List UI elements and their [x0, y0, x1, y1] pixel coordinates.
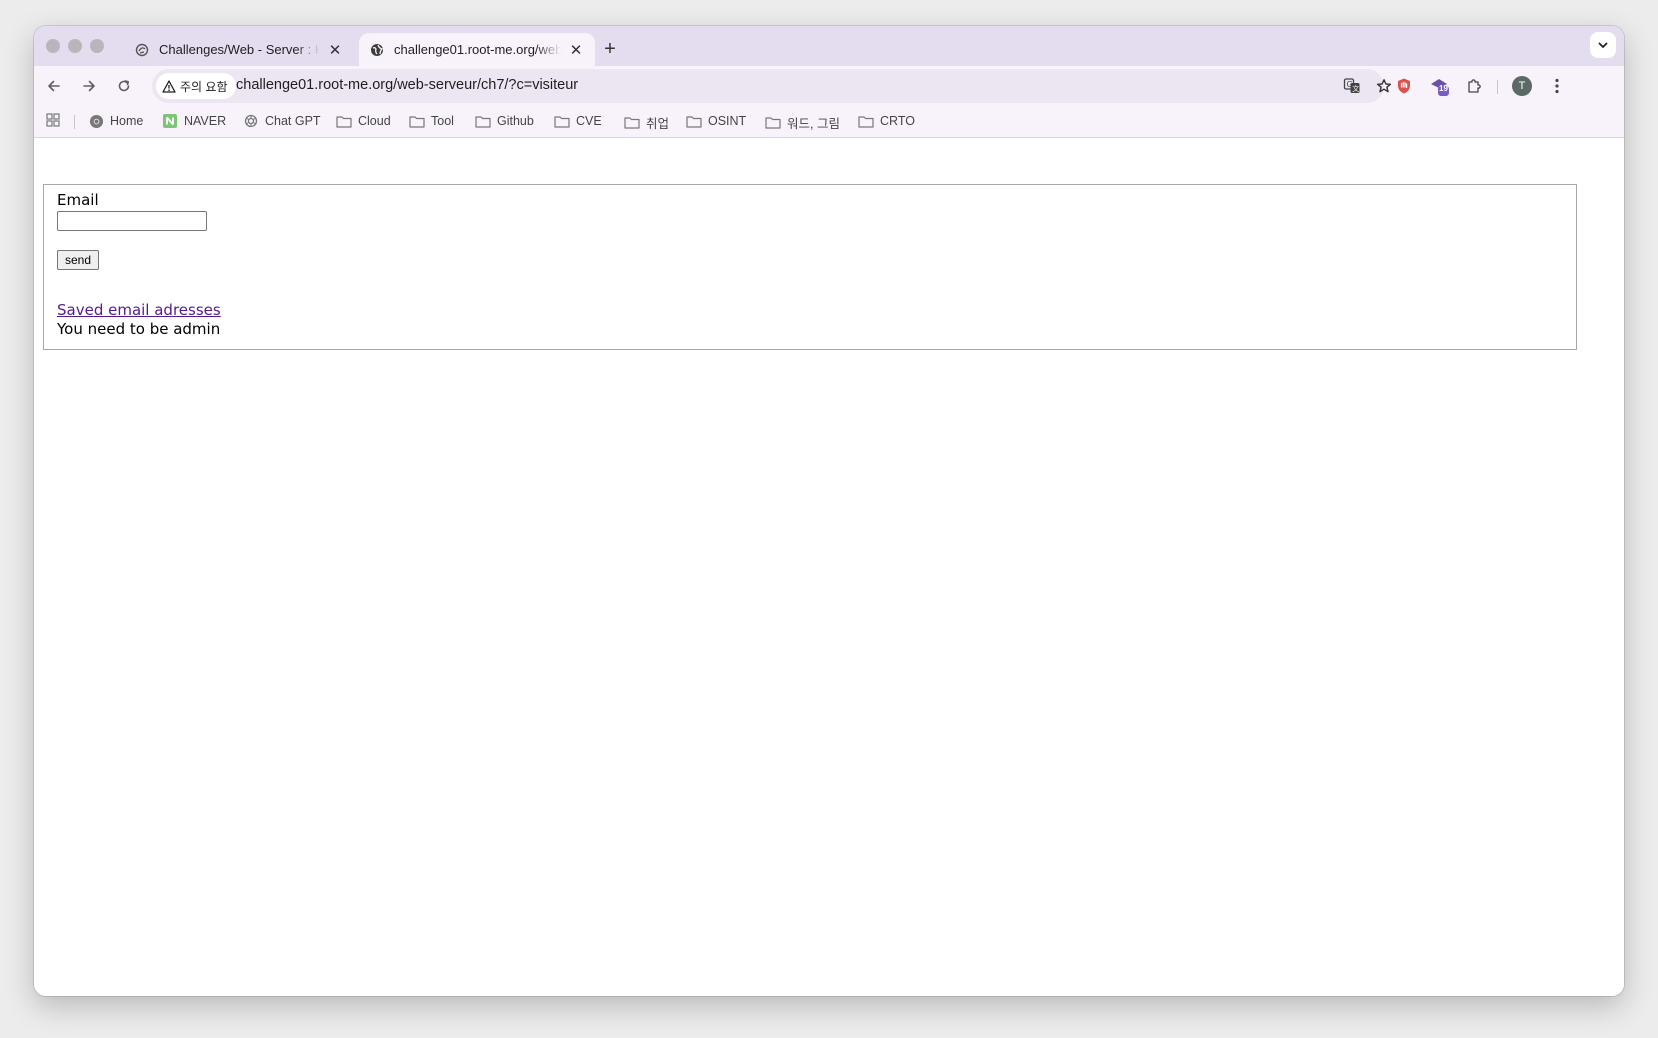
folder-icon — [858, 113, 874, 129]
security-chip[interactable]: 주의 요함 — [156, 73, 236, 99]
naver-icon — [162, 113, 178, 129]
bookmarks-bar: Home NAVER Chat GPT Cloud Tool Github CV… — [34, 106, 1624, 138]
bookmark-label: CVE — [576, 114, 602, 128]
extension-badge-icon[interactable]: 19 — [1427, 74, 1451, 98]
arrow-right-icon — [83, 80, 95, 92]
bookmark-label: Cloud — [358, 114, 391, 128]
tab-title: challenge01.root-me.org/web-serveur/ch7/… — [394, 42, 561, 57]
new-tab-button[interactable]: + — [598, 37, 622, 61]
browser-window: Challenges/Web - Server : HTTP - Cookies… — [34, 26, 1624, 996]
address-bar[interactable]: 주의 요함 challenge01.root-me.org/web-serveu… — [152, 69, 1392, 103]
security-chip-label: 주의 요함 — [180, 79, 228, 94]
bookmark-chatgpt[interactable]: Chat GPT — [243, 113, 321, 129]
bookmark-folder-crto[interactable]: CRTO — [858, 113, 915, 129]
bookmark-label: NAVER — [184, 114, 227, 128]
globe-icon — [369, 42, 385, 58]
folder-icon — [765, 115, 781, 131]
bookmark-folder-github[interactable]: Github — [475, 113, 534, 129]
folder-icon — [336, 113, 352, 129]
minimize-window-button[interactable] — [68, 39, 82, 53]
bookmark-label: 워드, 그림 — [787, 117, 840, 131]
rootme-icon — [134, 42, 150, 58]
extension-badge-count: 19 — [1439, 84, 1448, 93]
folder-icon — [686, 113, 702, 129]
email-label: Email — [57, 191, 99, 209]
bookmark-label: Home — [110, 114, 144, 128]
close-window-button[interactable] — [46, 39, 60, 53]
bookmark-star-icon[interactable] — [1374, 76, 1394, 96]
send-button[interactable]: send — [57, 250, 100, 270]
forward-button[interactable] — [77, 74, 101, 98]
email-form-panel: Email send Saved email adresses You need… — [43, 184, 1577, 350]
bookmark-folder-cloud[interactable]: Cloud — [336, 113, 391, 129]
tab-strip: Challenges/Web - Server : HTTP - Cookies… — [34, 26, 1624, 66]
apps-grid-icon[interactable] — [46, 113, 60, 127]
bookmark-label: 취업 — [646, 117, 670, 131]
arrow-left-icon — [48, 80, 60, 92]
avatar: T — [1512, 76, 1532, 96]
tab-close-icon[interactable]: ✕ — [326, 41, 344, 59]
email-input[interactable] — [57, 211, 207, 231]
saved-emails-link[interactable]: Saved email adresses — [57, 301, 221, 319]
reload-icon — [118, 80, 130, 92]
tab-title: Challenges/Web - Server : HTTP - Cookies — [159, 42, 320, 57]
folder-icon — [554, 113, 570, 129]
folder-icon — [475, 113, 491, 129]
bookmark-label: OSINT — [708, 114, 747, 128]
reload-button[interactable] — [112, 74, 136, 98]
extensions-puzzle-icon[interactable] — [1462, 74, 1486, 98]
svg-text:文: 文 — [1352, 84, 1359, 93]
tab-search-button[interactable] — [1590, 32, 1616, 58]
warning-icon — [162, 79, 176, 93]
toolbar: 주의 요함 challenge01.root-me.org/web-serveu… — [34, 66, 1624, 106]
bookmark-folder-tool[interactable]: Tool — [409, 113, 454, 129]
translate-icon[interactable]: G文 — [1342, 76, 1362, 96]
maximize-window-button[interactable] — [90, 39, 104, 53]
tab-challenge-page[interactable]: challenge01.root-me.org/web-serveur/ch7/… — [359, 33, 595, 66]
bookmark-folder-job[interactable]: 취업 — [624, 113, 669, 132]
bookmark-naver[interactable]: NAVER — [162, 113, 226, 129]
tab-challenges[interactable]: Challenges/Web - Server : HTTP - Cookies… — [124, 33, 354, 66]
bookmarks-divider — [74, 115, 75, 129]
url-text[interactable]: challenge01.root-me.org/web-serveur/ch7/… — [236, 77, 578, 93]
bookmark-label: Chat GPT — [265, 114, 321, 128]
bookmark-label: Github — [497, 114, 534, 128]
bookmark-folder-cve[interactable]: CVE — [554, 113, 602, 129]
bookmark-label: Tool — [431, 114, 454, 128]
openai-icon — [243, 113, 259, 129]
profile-button[interactable]: T — [1510, 74, 1534, 98]
folder-icon — [409, 113, 425, 129]
bookmark-label: CRTO — [880, 114, 915, 128]
chrome-icon — [88, 113, 104, 129]
folder-icon — [624, 115, 640, 131]
page-content: Email send Saved email adresses You need… — [34, 138, 1624, 996]
more-menu-icon[interactable] — [1545, 74, 1569, 98]
bookmark-home[interactable]: Home — [88, 113, 143, 129]
adblock-extension-icon[interactable] — [1392, 74, 1416, 98]
back-button[interactable] — [42, 74, 66, 98]
bookmark-folder-osint[interactable]: OSINT — [686, 113, 746, 129]
chevron-down-icon — [1598, 42, 1608, 48]
bookmark-folder-word[interactable]: 워드, 그림 — [765, 113, 840, 132]
status-message: You need to be admin — [57, 320, 221, 338]
tab-close-icon[interactable]: ✕ — [567, 41, 585, 59]
toolbar-divider — [1497, 80, 1498, 94]
